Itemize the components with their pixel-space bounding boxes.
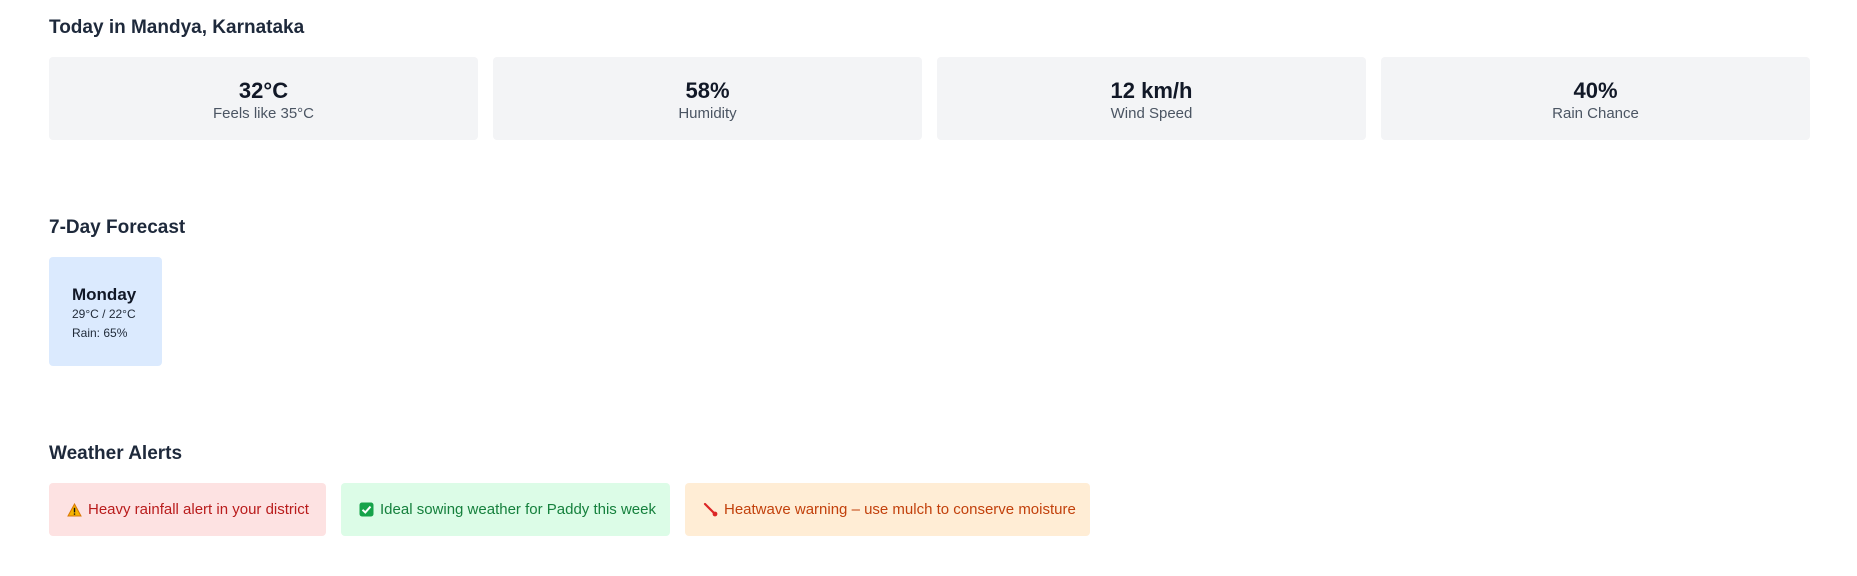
- today-section-title: Today in Mandya, Karnataka: [49, 17, 305, 38]
- alert-ideal-sowing: Ideal sowing weather for Paddy this week: [341, 483, 670, 536]
- alert-heavy-rainfall: Heavy rainfall alert in your district: [49, 483, 326, 536]
- forecast-section-title: 7-Day Forecast: [49, 217, 186, 238]
- forecast-card-monday[interactable]: Monday 29°C / 22°C Rain: 65%: [49, 257, 162, 366]
- stat-value: 32°C: [238, 77, 289, 103]
- thermometer-icon: [703, 502, 718, 517]
- alerts-list: Heavy rainfall alert in your district Id…: [49, 483, 1090, 536]
- alerts-section-title: Weather Alerts: [49, 443, 183, 464]
- stat-label: Rain Chance: [1552, 104, 1639, 122]
- alert-text: Heavy rainfall alert in your district: [88, 501, 309, 518]
- stat-value: 12 km/h: [1110, 77, 1193, 103]
- stat-card-humidity: 58% Humidity: [493, 57, 922, 140]
- alert-text: Heatwave warning – use mulch to conserve…: [724, 501, 1076, 518]
- forecast-rain: Rain: 65%: [72, 326, 128, 340]
- forecast-temps: 29°C / 22°C: [72, 307, 136, 321]
- stat-card-temperature: 32°C Feels like 35°C: [49, 57, 478, 140]
- stat-card-wind-speed: 12 km/h Wind Speed: [937, 57, 1366, 140]
- stat-card-rain-chance: 40% Rain Chance: [1381, 57, 1810, 140]
- stat-label: Wind Speed: [1110, 104, 1193, 122]
- stat-label: Humidity: [678, 104, 737, 122]
- stat-value: 58%: [685, 77, 730, 103]
- stat-label: Feels like 35°C: [212, 104, 315, 122]
- stat-value: 40%: [1573, 77, 1618, 103]
- forecast-day: Monday: [72, 285, 137, 304]
- alert-text: Ideal sowing weather for Paddy this week: [380, 501, 656, 518]
- today-stats: 32°C Feels like 35°C 58% Humidity 12 km/…: [49, 57, 1810, 140]
- alert-heatwave: Heatwave warning – use mulch to conserve…: [685, 483, 1090, 536]
- warning-icon: [67, 502, 82, 517]
- check-icon: [359, 502, 374, 517]
